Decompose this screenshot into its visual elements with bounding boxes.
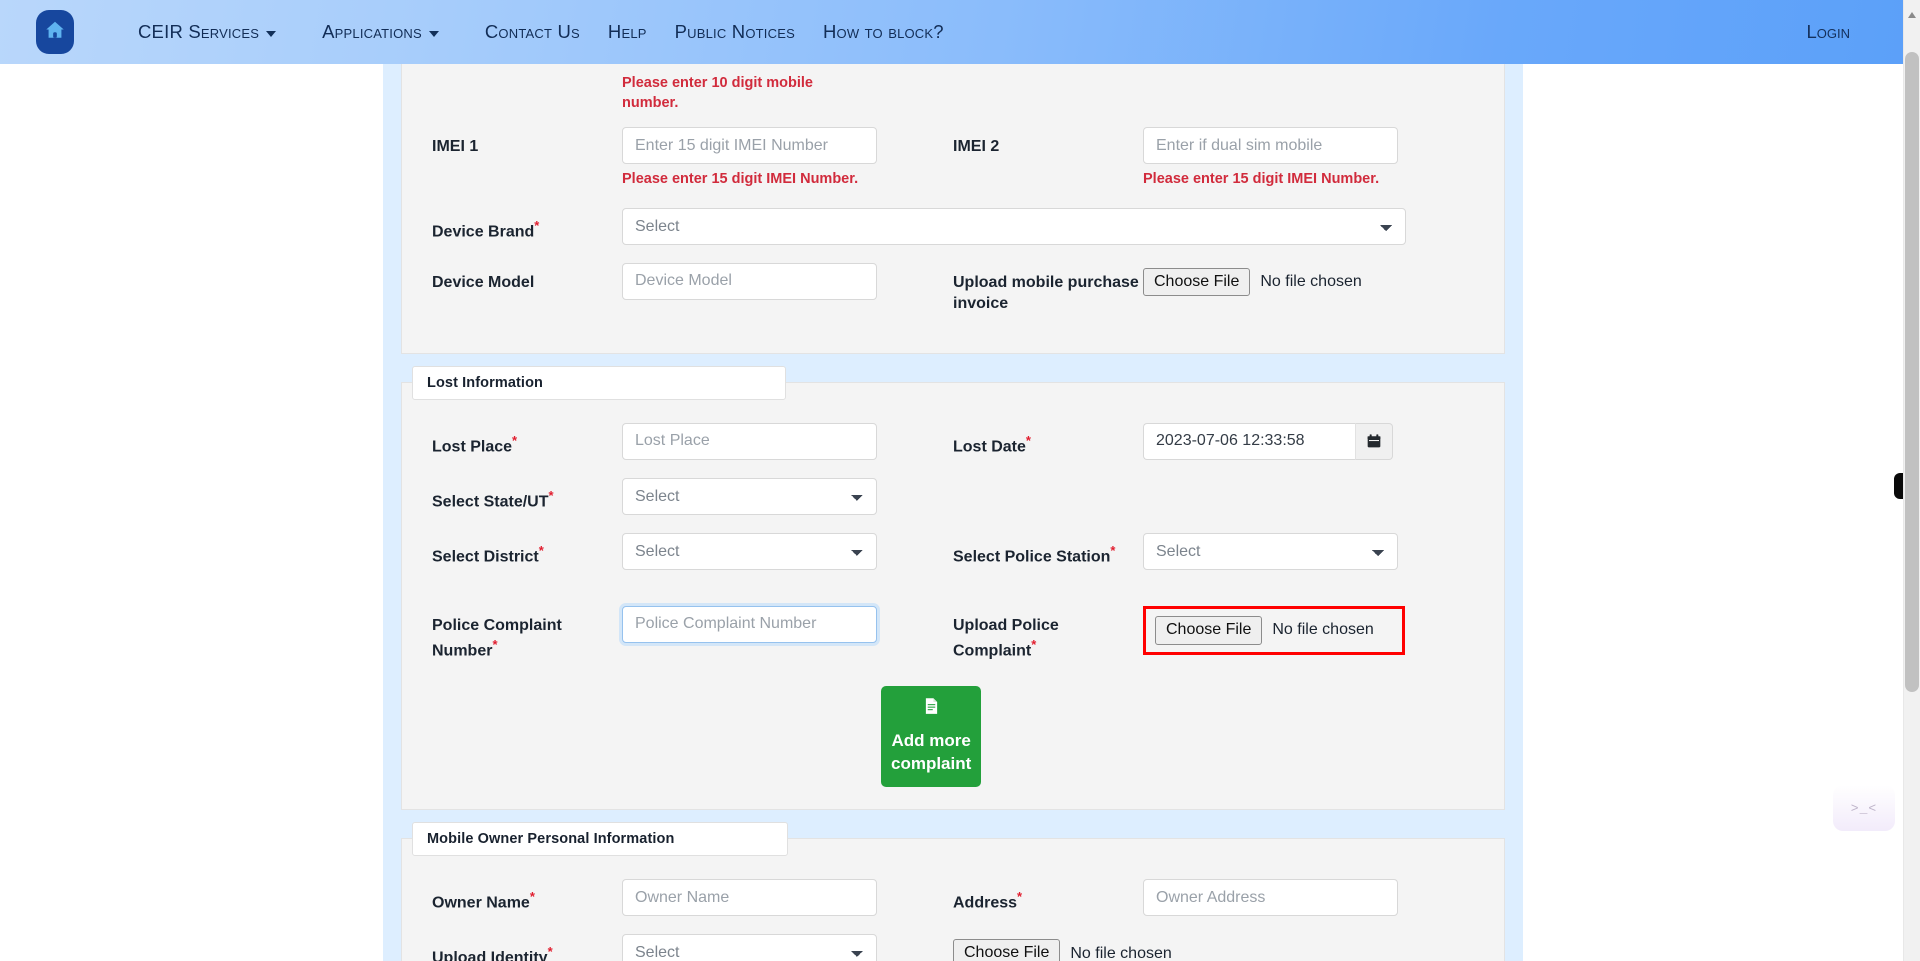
device-brand-row: Device Brand* Select (432, 207, 1474, 245)
form-container: Please enter 10 digit mobile number. IME… (383, 64, 1523, 961)
lost-date-label: Lost Date* (953, 432, 1031, 456)
required-marker: * (512, 432, 518, 448)
device-model-input[interactable] (622, 262, 877, 300)
complaint-row: Police Complaint Number* Upload Police C… (432, 605, 1474, 663)
nav-item-label: Contact Us (484, 21, 580, 42)
mobile-owner-legend: Mobile Owner Personal Information (412, 822, 788, 857)
nav-item-label: Help (607, 21, 647, 42)
nav-item-ceir-services[interactable]: CEIR Services (124, 21, 290, 43)
upload-complaint-label: Upload Police Complaint* (953, 616, 1059, 660)
edge-drag-handle[interactable] (1894, 473, 1903, 499)
owner-address-input[interactable] (1143, 879, 1398, 917)
mobile-number-error: Please enter 10 digit mobile number. (622, 75, 813, 111)
chat-widget[interactable]: >_< (1833, 785, 1895, 831)
calendar-icon[interactable] (1355, 422, 1393, 460)
home-icon (44, 19, 66, 46)
document-icon (924, 697, 939, 722)
nav-item-help[interactable]: Help (594, 21, 661, 43)
nav-item-label: CEIR Services (138, 21, 260, 42)
owner-name-label: Owner Name* (432, 889, 535, 912)
mobile-owner-card: Mobile Owner Personal Information Owner … (401, 822, 1505, 961)
imei1-error: Please enter 15 digit IMEI Number. (622, 171, 859, 188)
required-marker: * (492, 637, 498, 653)
nav-item-label: How to block? (822, 21, 944, 42)
required-marker: * (1025, 432, 1031, 448)
choose-file-button[interactable]: Choose File (1143, 267, 1251, 297)
choose-file-button[interactable]: Choose File (1155, 615, 1263, 645)
district-select[interactable]: Select (622, 532, 877, 570)
device-information-card: Please enter 10 digit mobile number. IME… (401, 64, 1505, 354)
required-marker: * (538, 542, 544, 558)
identity-file-input[interactable]: Choose File No file chosen (953, 939, 1172, 961)
required-marker: * (529, 889, 535, 905)
police-station-select[interactable]: Select (1143, 532, 1398, 570)
police-complaint-number-input[interactable] (622, 605, 877, 643)
device-model-label: Device Model (432, 273, 535, 291)
nav-item-how-to-block[interactable]: How to block? (809, 21, 958, 43)
chosen-file-name: No file chosen (1260, 273, 1362, 291)
lost-information-legend: Lost Information (412, 365, 786, 400)
imei2-input[interactable] (1143, 127, 1398, 165)
required-marker: * (1017, 889, 1023, 905)
nav-item-public-notices[interactable]: Public Notices (661, 21, 809, 43)
upload-identity-select[interactable]: Select (622, 934, 877, 961)
site-logo[interactable] (36, 10, 74, 54)
upload-identity-label: Upload Identity* (432, 944, 553, 961)
required-marker: * (548, 487, 554, 503)
choose-file-button[interactable]: Choose File (953, 939, 1061, 961)
complaint-number-label: Police Complaint Number* (432, 616, 562, 660)
upload-invoice-label: Upload mobile purchase invoice (953, 273, 1139, 313)
imei1-input[interactable] (622, 127, 877, 165)
nav-item-applications[interactable]: Applications (308, 21, 453, 43)
nav-item-contact-us[interactable]: Contact Us (471, 21, 594, 43)
state-label: Select State/UT* (432, 487, 554, 511)
scrollbar-thumb[interactable] (1905, 52, 1919, 692)
page-body: Please enter 10 digit mobile number. IME… (0, 64, 1920, 961)
district-label: Select District* (432, 542, 544, 566)
device-brand-select[interactable]: Select (622, 207, 1406, 245)
add-more-complaint-row: Add more complaint (432, 686, 1474, 788)
lost-place-row: Lost Place* Lost Date* (432, 422, 1474, 460)
lost-place-input[interactable] (622, 422, 877, 460)
lost-date-group (1143, 422, 1474, 460)
imei2-error: Please enter 15 digit IMEI Number. (1143, 171, 1380, 188)
owner-name-row: Owner Name* Address* (432, 879, 1474, 917)
device-brand-label: Device Brand* (432, 217, 540, 241)
required-marker: * (1110, 542, 1116, 558)
lost-date-input[interactable] (1143, 422, 1355, 460)
chevron-down-icon (266, 30, 277, 37)
imei2-label: IMEI 2 (953, 138, 1000, 156)
login-link[interactable]: Login (1806, 21, 1850, 43)
nav-links: CEIR Services Applications Contact Us He… (106, 21, 1806, 43)
nav-item-label: Public Notices (674, 21, 795, 42)
upload-identity-row: Upload Identity* Select Choose File No f… (432, 934, 1474, 961)
lost-place-label: Lost Place* (432, 432, 518, 456)
nav-item-label: Applications (322, 21, 422, 42)
state-select[interactable]: Select (622, 477, 877, 515)
imei1-label: IMEI 1 (432, 138, 479, 156)
state-row: Select State/UT* Select (432, 477, 1474, 515)
imei-row: IMEI 1 Please enter 15 digit IMEI Number… (432, 127, 1474, 190)
chosen-file-name: No file chosen (1272, 621, 1374, 639)
page-scrollbar[interactable] (1903, 0, 1920, 961)
spacer-label (432, 68, 622, 77)
top-navbar: CEIR Services Applications Contact Us He… (0, 0, 1920, 64)
upload-police-complaint-file-input[interactable]: Choose File No file chosen (1143, 605, 1405, 655)
chosen-file-name: No file chosen (1070, 944, 1172, 961)
device-model-row: Device Model Upload mobile purchase invo… (432, 262, 1474, 315)
scroll-up-arrow-icon[interactable] (1908, 12, 1916, 18)
address-label: Address* (953, 889, 1023, 912)
district-row: Select District* Select Select Police St… (432, 532, 1474, 570)
lost-information-card: Lost Information Lost Place* Lost Date* (401, 365, 1505, 811)
required-marker: * (1031, 637, 1037, 653)
owner-name-input[interactable] (622, 879, 877, 917)
police-station-label: Select Police Station* (953, 542, 1116, 566)
mobile-number-error-row: Please enter 10 digit mobile number. (432, 68, 1474, 113)
chevron-down-icon (428, 30, 439, 37)
required-marker: * (534, 217, 540, 233)
required-marker: * (547, 944, 553, 960)
upload-invoice-file-input[interactable]: Choose File No file chosen (1143, 267, 1362, 297)
